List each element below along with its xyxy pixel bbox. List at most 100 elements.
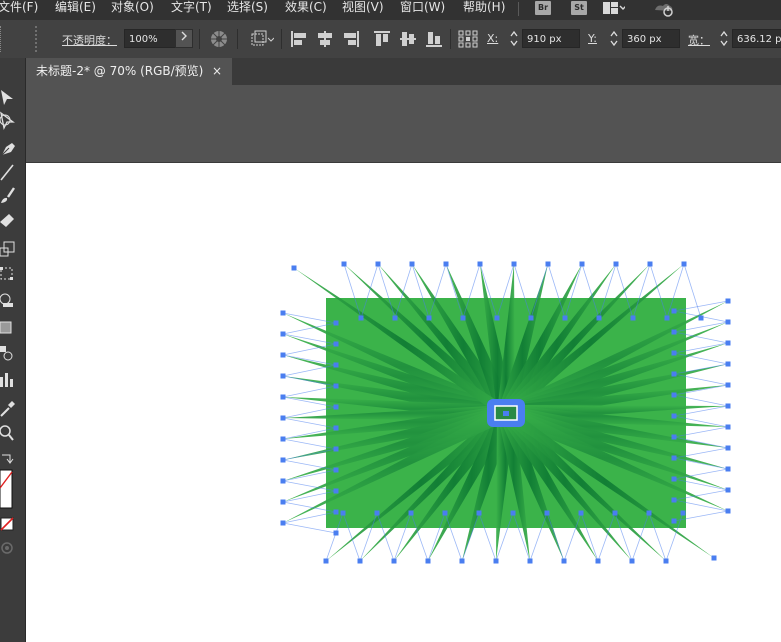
bridge-icon[interactable]: Br <box>535 1 551 15</box>
anchor-point[interactable] <box>280 331 286 337</box>
opacity-dropdown-button[interactable] <box>175 29 193 48</box>
anchor-point[interactable] <box>562 315 568 321</box>
opacity-field[interactable]: 100% <box>124 29 176 48</box>
align-vertical-center-icon[interactable] <box>399 30 417 48</box>
anchor-point[interactable] <box>725 340 731 346</box>
anchor-point[interactable] <box>725 424 731 430</box>
eyedropper-tool-icon[interactable] <box>0 399 20 419</box>
anchor-point[interactable] <box>323 558 329 564</box>
anchor-point[interactable] <box>725 487 731 493</box>
anchor-point[interactable] <box>280 394 286 400</box>
panel-grip[interactable] <box>0 26 4 52</box>
swap-colors-icon[interactable] <box>0 450 20 464</box>
anchor-point[interactable] <box>725 445 731 451</box>
anchor-point[interactable] <box>671 413 677 419</box>
anchor-point[interactable] <box>647 261 653 267</box>
column-graph-tool-icon[interactable] <box>0 370 20 390</box>
width-label[interactable]: 宽： <box>688 32 710 48</box>
anchor-point[interactable] <box>476 510 482 516</box>
align-horizontal-center-icon[interactable] <box>316 30 334 48</box>
anchor-point[interactable] <box>511 261 517 267</box>
menu-window[interactable]: 窗口(W) <box>400 0 445 20</box>
anchor-point[interactable] <box>527 558 533 564</box>
anchor-point[interactable] <box>357 558 363 564</box>
anchor-point[interactable] <box>442 510 448 516</box>
drawing-mode-icon[interactable] <box>0 540 20 556</box>
anchor-point[interactable] <box>698 315 704 321</box>
anchor-point[interactable] <box>646 510 652 516</box>
anchor-point[interactable] <box>291 265 297 271</box>
anchor-point[interactable] <box>671 371 677 377</box>
anchor-point[interactable] <box>671 350 677 356</box>
anchor-point[interactable] <box>493 558 499 564</box>
anchor-point[interactable] <box>671 476 677 482</box>
anchor-point[interactable] <box>725 298 731 304</box>
anchor-point[interactable] <box>280 352 286 358</box>
anchor-point[interactable] <box>663 558 669 564</box>
panel-grip[interactable] <box>35 26 43 52</box>
anchor-point[interactable] <box>333 530 339 536</box>
shape-builder-tool-icon[interactable] <box>0 290 20 310</box>
paintbrush-tool-icon[interactable] <box>0 186 20 206</box>
y-label[interactable]: Y: <box>588 32 597 45</box>
anchor-point[interactable] <box>578 510 584 516</box>
align-left-icon[interactable] <box>290 30 308 48</box>
anchor-point[interactable] <box>460 315 466 321</box>
anchor-point[interactable] <box>612 510 618 516</box>
anchor-point[interactable] <box>629 558 635 564</box>
anchor-point[interactable] <box>443 261 449 267</box>
anchor-point[interactable] <box>595 558 601 564</box>
anchor-point[interactable] <box>681 261 687 267</box>
anchor-point[interactable] <box>711 555 717 561</box>
anchor-point[interactable] <box>280 310 286 316</box>
anchor-point[interactable] <box>408 510 414 516</box>
anchor-point[interactable] <box>671 497 677 503</box>
y-stepper-icon[interactable] <box>609 30 619 47</box>
anchor-point[interactable] <box>391 558 397 564</box>
anchor-point[interactable] <box>664 315 670 321</box>
x-label[interactable]: X: <box>487 32 498 45</box>
anchor-point[interactable] <box>725 508 731 514</box>
anchor-point[interactable] <box>680 510 686 516</box>
menu-effect[interactable]: 效果(C) <box>285 0 327 20</box>
artboard[interactable] <box>26 162 781 642</box>
anchor-point[interactable] <box>341 261 347 267</box>
menu-select[interactable]: 选择(S) <box>227 0 268 20</box>
align-right-icon[interactable] <box>342 30 360 48</box>
selection-tool-icon[interactable] <box>0 88 20 108</box>
anchor-point[interactable] <box>280 436 286 442</box>
rectangle-tool-icon[interactable] <box>0 319 20 339</box>
anchor-point[interactable] <box>725 319 731 325</box>
sync-settings-icon[interactable] <box>653 1 675 17</box>
anchor-point[interactable] <box>333 341 339 347</box>
anchor-point[interactable] <box>528 315 534 321</box>
align-bottom-icon[interactable] <box>425 30 443 48</box>
opacity-label[interactable]: 不透明度： <box>62 32 117 48</box>
pen-tool-icon[interactable] <box>0 138 20 158</box>
anchor-point[interactable] <box>579 261 585 267</box>
stock-icon[interactable]: St <box>571 1 587 15</box>
none-color-icon[interactable] <box>0 516 20 531</box>
eraser-tool-icon[interactable] <box>0 211 20 231</box>
anchor-point[interactable] <box>375 261 381 267</box>
anchor-point[interactable] <box>671 308 677 314</box>
scale-tool-icon[interactable] <box>0 240 20 260</box>
anchor-point[interactable] <box>333 383 339 389</box>
anchor-point[interactable] <box>671 518 677 524</box>
anchor-point[interactable] <box>425 558 431 564</box>
anchor-point[interactable] <box>725 403 731 409</box>
anchor-point[interactable] <box>280 415 286 421</box>
width-field[interactable]: 636.12 px <box>732 29 781 48</box>
anchor-point[interactable] <box>333 467 339 473</box>
anchor-point[interactable] <box>725 382 731 388</box>
anchor-point[interactable] <box>333 362 339 368</box>
anchor-point[interactable] <box>333 404 339 410</box>
anchor-point[interactable] <box>510 510 516 516</box>
anchor-point[interactable] <box>545 261 551 267</box>
menu-file[interactable]: 文件(F) <box>0 0 38 20</box>
anchor-point[interactable] <box>280 478 286 484</box>
anchor-point[interactable] <box>333 446 339 452</box>
anchor-point[interactable] <box>333 320 339 326</box>
align-to-selection-icon[interactable] <box>250 30 275 48</box>
zoom-tool-icon[interactable] <box>0 424 20 444</box>
